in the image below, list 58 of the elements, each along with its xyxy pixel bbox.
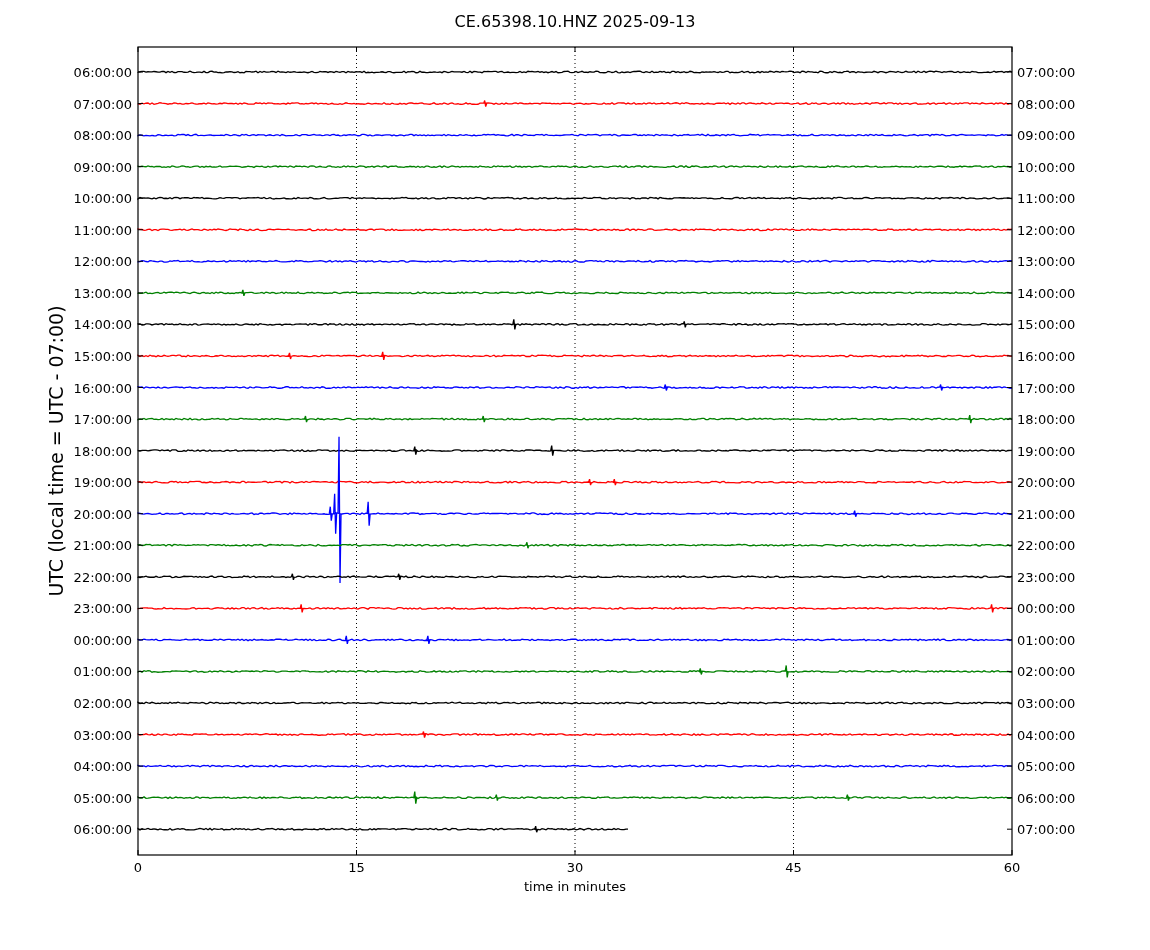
time-label: 11:00:00 (73, 222, 132, 238)
time-label: 22:00:00 (1017, 538, 1076, 554)
time-label: 16:00:00 (1017, 348, 1076, 364)
time-label: 22:00:00 (73, 569, 132, 585)
time-label: 07:00:00 (73, 96, 132, 112)
time-label: 05:00:00 (1017, 759, 1076, 775)
time-label: 14:00:00 (1017, 285, 1076, 301)
time-label: 10:00:00 (1017, 159, 1076, 175)
time-label: 18:00:00 (1017, 412, 1076, 428)
axis-title: time in minutes (523, 879, 627, 894)
axis-tick-label: 60 (1003, 860, 1021, 875)
time-label: 01:00:00 (73, 664, 132, 680)
time-label: 03:00:00 (73, 727, 132, 743)
time-label: 05:00:00 (73, 790, 132, 806)
time-label: 04:00:00 (1017, 727, 1076, 743)
time-label: 06:00:00 (73, 822, 132, 838)
axis-tick-label: 15 (348, 860, 365, 875)
time-label: 00:00:00 (73, 632, 132, 648)
time-label: 08:00:00 (1017, 96, 1076, 112)
axis-tick-label: 0 (133, 860, 143, 875)
time-label: 23:00:00 (1017, 569, 1076, 585)
time-label: 07:00:00 (1017, 65, 1076, 80)
time-label: 20:00:00 (1017, 475, 1076, 491)
time-label: 02:00:00 (73, 696, 132, 711)
axis-tick-label: 30 (566, 860, 584, 875)
time-label: 13:00:00 (73, 285, 132, 301)
time-label: 13:00:00 (1017, 254, 1076, 270)
time-label: 17:00:00 (1017, 380, 1076, 396)
time-label: 04:00:00 (73, 759, 132, 775)
time-label: 16:00:00 (73, 380, 132, 396)
time-label: 21:00:00 (1017, 506, 1076, 522)
time-label: 21:00:00 (73, 538, 132, 554)
time-label: 23:00:00 (73, 601, 132, 617)
chart-title: CE.65398.10.HNZ 2025-09-13 (454, 12, 696, 31)
time-label: 18:00:00 (73, 443, 132, 459)
time-label: 09:00:00 (1017, 128, 1076, 144)
time-label: 15:00:00 (73, 348, 132, 364)
time-label: 12:00:00 (73, 254, 132, 270)
time-label: 00:00:00 (1017, 601, 1076, 617)
time-label: 17:00:00 (73, 412, 132, 428)
time-label: 06:00:00 (1017, 790, 1076, 806)
time-label: 19:00:00 (73, 475, 132, 491)
time-label: 07:00:00 (1017, 822, 1076, 838)
axis-tick-label: 45 (785, 860, 802, 875)
time-label: 12:00:00 (1017, 222, 1076, 238)
time-label: 06:00:00 (73, 65, 132, 80)
time-label: 02:00:00 (1017, 664, 1076, 680)
time-label: 11:00:00 (1017, 191, 1076, 207)
time-label: 15:00:00 (1017, 317, 1076, 333)
time-label: 08:00:00 (73, 128, 132, 144)
time-label: 14:00:00 (73, 317, 132, 333)
time-label: 03:00:00 (1017, 696, 1076, 711)
time-label: 01:00:00 (1017, 632, 1076, 648)
time-label: 20:00:00 (73, 506, 132, 522)
axis-title: UTC (local time = UTC - 07:00) (45, 305, 67, 597)
time-label: 10:00:00 (73, 191, 132, 207)
time-label: 09:00:00 (73, 159, 132, 175)
time-label: 19:00:00 (1017, 443, 1076, 459)
